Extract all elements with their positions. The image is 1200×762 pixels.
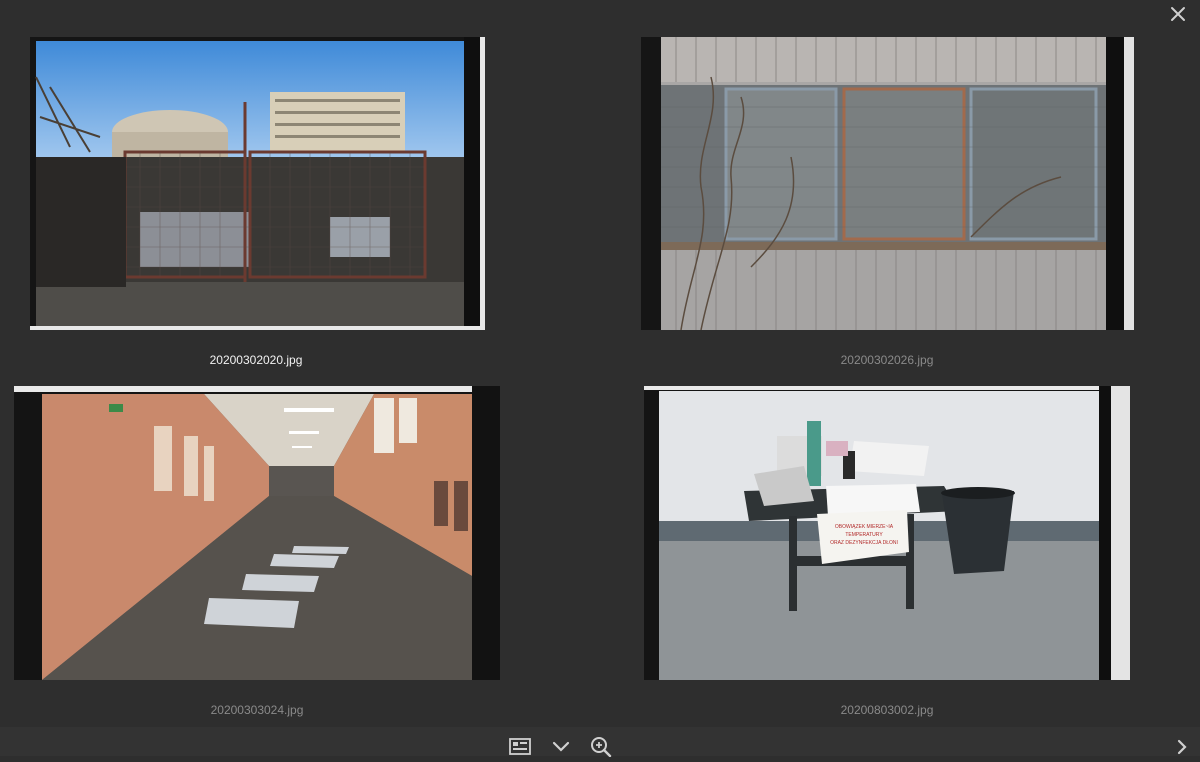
contact-sheet-icon	[509, 738, 531, 755]
sign-text-2: TEMPERATURY	[845, 532, 883, 538]
photo-image-2	[641, 37, 1134, 330]
zoom-button[interactable]	[589, 737, 613, 758]
photo-thumbnail-1[interactable]	[30, 37, 485, 330]
sign-text-3: ORAZ DEZYNFEKCJA DŁONI	[830, 540, 898, 546]
photo-thumbnail-4[interactable]: OBOWIĄZEK MIERZE~IA TEMPERATURY ORAZ DEZ…	[644, 386, 1130, 680]
close-icon	[1171, 7, 1185, 21]
sign-text-1: OBOWIĄZEK MIERZE~IA	[835, 524, 894, 530]
photo-caption-2: 20200302026.jpg	[840, 353, 934, 367]
photo-caption-1: 20200302020.jpg	[209, 353, 303, 367]
photo-image-4: OBOWIĄZEK MIERZE~IA TEMPERATURY ORAZ DEZ…	[644, 386, 1130, 680]
chevron-down-icon	[552, 741, 570, 752]
close-button[interactable]	[1166, 2, 1190, 26]
chevron-right-icon	[1177, 739, 1187, 755]
bottom-toolbar	[0, 727, 1200, 758]
next-button[interactable]	[1174, 737, 1190, 757]
collapse-button[interactable]	[549, 737, 573, 757]
zoom-in-icon	[591, 737, 612, 758]
photo-image-3	[14, 386, 500, 680]
photo-thumbnail-2[interactable]	[641, 37, 1134, 330]
photo-image-1	[30, 37, 485, 330]
photo-caption-3: 20200303024.jpg	[210, 703, 304, 717]
contact-sheet-button[interactable]	[509, 737, 533, 757]
photo-thumbnail-3[interactable]	[14, 386, 500, 680]
photo-caption-4: 20200803002.jpg	[840, 703, 934, 717]
